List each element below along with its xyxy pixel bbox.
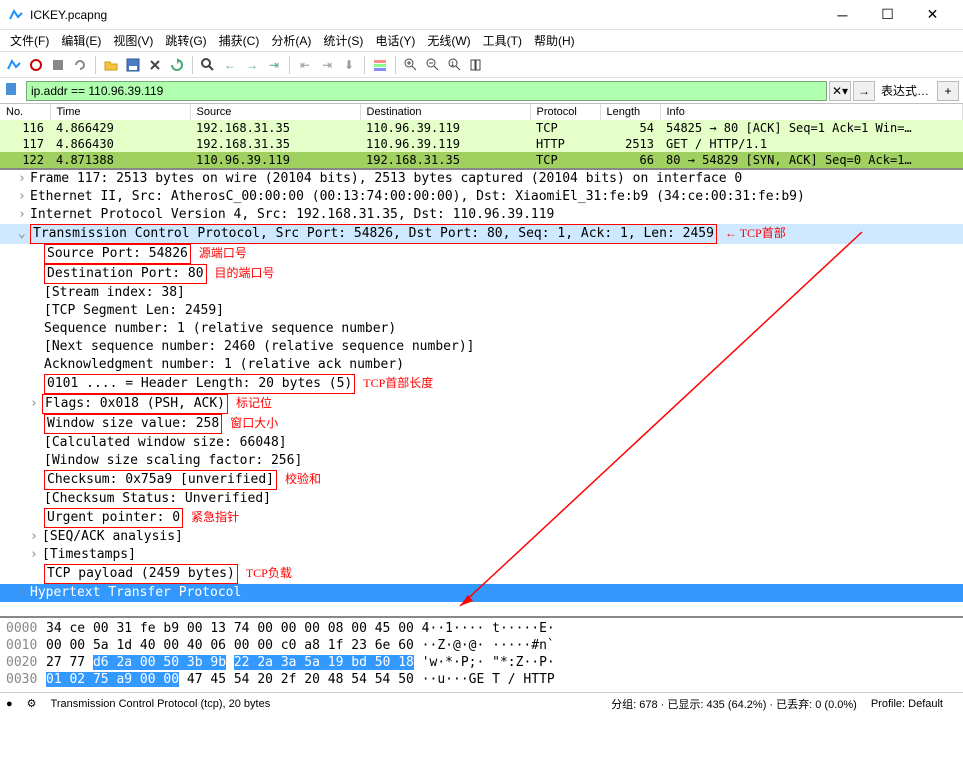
col-no[interactable]: No. xyxy=(0,104,50,120)
filter-bar: ✕▾ → 表达式… + xyxy=(0,78,963,104)
capture-options-icon[interactable] xyxy=(26,55,46,75)
calc-win[interactable]: [Calculated window size: 66048] xyxy=(44,435,287,450)
zoom-reset-icon[interactable]: 1 xyxy=(445,55,465,75)
col-proto[interactable]: Protocol xyxy=(530,104,600,120)
status-packets: 分组: 678 · 已显示: 435 (64.2%) · 已丢弃: 0 (0.0… xyxy=(611,696,857,712)
add-filter-button[interactable]: + xyxy=(937,81,959,101)
save-icon[interactable] xyxy=(123,55,143,75)
tcp-line[interactable]: Transmission Control Protocol, Src Port:… xyxy=(30,224,717,244)
app-icon xyxy=(8,7,24,23)
close-file-icon[interactable] xyxy=(145,55,165,75)
packet-row[interactable]: 1224.871388110.96.39.119192.168.31.35TCP… xyxy=(0,152,963,168)
ip-line[interactable]: Internet Protocol Version 4, Src: 192.16… xyxy=(30,207,554,222)
timestamps[interactable]: [Timestamps] xyxy=(42,547,136,562)
prev-icon[interactable]: ← xyxy=(220,55,240,75)
shark-icon[interactable] xyxy=(4,55,24,75)
header-len[interactable]: 0101 .... = Header Length: 20 bytes (5) xyxy=(44,374,355,394)
packet-details[interactable]: ›Frame 117: 2513 bytes on wire (20104 bi… xyxy=(0,170,963,618)
col-len[interactable]: Length xyxy=(600,104,660,120)
next-icon[interactable]: → xyxy=(242,55,262,75)
src-port[interactable]: Source Port: 54826 xyxy=(44,244,191,264)
col-time[interactable]: Time xyxy=(50,104,190,120)
resize-cols-icon[interactable] xyxy=(467,55,487,75)
frame-line[interactable]: Frame 117: 2513 bytes on wire (20104 bit… xyxy=(30,171,742,186)
packet-row[interactable]: 1174.866430192.168.31.35110.96.39.119HTT… xyxy=(0,136,963,152)
packet-row[interactable]: 1164.866429192.168.31.35110.96.39.119TCP… xyxy=(0,120,963,136)
autoscroll-icon[interactable]: ⬇ xyxy=(339,55,359,75)
hex-row[interactable]: 002027 77 d6 2a 00 50 3b 9b 22 2a 3a 5a … xyxy=(6,654,957,671)
window-title: ICKEY.pcapng xyxy=(30,8,820,22)
status-ready-icon: ● xyxy=(6,698,13,710)
flags[interactable]: Flags: 0x018 (PSH, ACK) xyxy=(42,394,228,414)
menu-capture[interactable]: 捕获(C) xyxy=(213,30,266,51)
col-info[interactable]: Info xyxy=(660,104,963,120)
last-icon[interactable]: ⇥ xyxy=(317,55,337,75)
status-capture-icon: ⚙ xyxy=(27,697,37,710)
menu-telephony[interactable]: 电话(Y) xyxy=(369,30,421,51)
menu-file[interactable]: 文件(F) xyxy=(4,30,55,51)
menu-wireless[interactable]: 无线(W) xyxy=(421,30,476,51)
menu-analyze[interactable]: 分析(A) xyxy=(265,30,317,51)
checksum-status[interactable]: [Checksum Status: Unverified] xyxy=(44,491,271,506)
hex-row[interactable]: 001000 00 5a 1d 40 00 40 06 00 00 c0 a8 … xyxy=(6,637,957,654)
menu-view[interactable]: 视图(V) xyxy=(107,30,159,51)
seq-num[interactable]: Sequence number: 1 (relative sequence nu… xyxy=(44,321,396,336)
menu-statistics[interactable]: 统计(S) xyxy=(317,30,369,51)
goto-icon[interactable]: ⇥ xyxy=(264,55,284,75)
clear-filter-icon[interactable]: ✕▾ xyxy=(829,81,851,101)
win-size[interactable]: Window size value: 258 xyxy=(44,414,222,434)
seqack[interactable]: [SEQ/ACK analysis] xyxy=(42,529,183,544)
menu-tools[interactable]: 工具(T) xyxy=(477,30,528,51)
status-profile[interactable]: Profile: Default xyxy=(871,698,943,710)
stream-index[interactable]: [Stream index: 38] xyxy=(44,285,185,300)
toolbar: ← → ⇥ ⇤ ⇥ ⬇ 1 xyxy=(0,52,963,78)
status-protocol: Transmission Control Protocol (tcp), 20 … xyxy=(51,698,271,710)
packet-list[interactable]: No. Time Source Destination Protocol Len… xyxy=(0,104,963,170)
statusbar: ● ⚙ Transmission Control Protocol (tcp),… xyxy=(0,692,963,714)
menu-go[interactable]: 跳转(G) xyxy=(159,30,212,51)
colorize-icon[interactable] xyxy=(370,55,390,75)
close-button[interactable]: ✕ xyxy=(910,1,955,29)
eth-line[interactable]: Ethernet II, Src: AtherosC_00:00:00 (00:… xyxy=(30,189,805,204)
minimize-button[interactable]: ─ xyxy=(820,1,865,29)
expression-button[interactable]: 表达式… xyxy=(875,82,935,99)
hex-row[interactable]: 003001 02 75 a9 00 00 47 45 54 20 2f 20 … xyxy=(6,671,957,688)
urgent-ptr[interactable]: Urgent pointer: 0 xyxy=(44,508,183,528)
hex-pane[interactable]: 000034 ce 00 31 fe b9 00 13 74 00 00 00 … xyxy=(0,618,963,692)
next-seq[interactable]: [Next sequence number: 2460 (relative se… xyxy=(44,339,474,354)
tcp-payload[interactable]: TCP payload (2459 bytes) xyxy=(44,564,238,584)
col-dest[interactable]: Destination xyxy=(360,104,530,120)
seg-len[interactable]: [TCP Segment Len: 2459] xyxy=(44,303,224,318)
apply-filter-icon[interactable]: → xyxy=(853,81,875,101)
menubar: 文件(F) 编辑(E) 视图(V) 跳转(G) 捕获(C) 分析(A) 统计(S… xyxy=(0,30,963,52)
reload-icon[interactable] xyxy=(167,55,187,75)
maximize-button[interactable]: ☐ xyxy=(865,1,910,29)
checksum[interactable]: Checksum: 0x75a9 [unverified] xyxy=(44,470,277,490)
col-source[interactable]: Source xyxy=(190,104,360,120)
filter-input[interactable] xyxy=(26,81,827,101)
first-icon[interactable]: ⇤ xyxy=(295,55,315,75)
win-scale[interactable]: [Window size scaling factor: 256] xyxy=(44,453,302,468)
open-icon[interactable] xyxy=(101,55,121,75)
titlebar: ICKEY.pcapng ─ ☐ ✕ xyxy=(0,0,963,30)
dst-port[interactable]: Destination Port: 80 xyxy=(44,264,207,284)
find-icon[interactable] xyxy=(198,55,218,75)
ack-num[interactable]: Acknowledgment number: 1 (relative ack n… xyxy=(44,357,404,372)
tcp-annotation: ← TCP首部 xyxy=(725,226,786,240)
hex-row[interactable]: 000034 ce 00 31 fe b9 00 13 74 00 00 00 … xyxy=(6,620,957,637)
zoom-in-icon[interactable] xyxy=(401,55,421,75)
zoom-out-icon[interactable] xyxy=(423,55,443,75)
menu-edit[interactable]: 编辑(E) xyxy=(55,30,107,51)
bookmark-icon[interactable] xyxy=(4,82,22,100)
restart-icon[interactable] xyxy=(70,55,90,75)
stop-icon[interactable] xyxy=(48,55,68,75)
menu-help[interactable]: 帮助(H) xyxy=(528,30,581,51)
http-line[interactable]: Hypertext Transfer Protocol xyxy=(30,585,241,600)
